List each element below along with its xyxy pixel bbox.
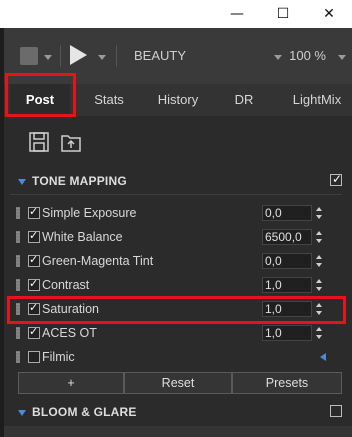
filmic-label: Filmic [42, 350, 75, 364]
zoom-level[interactable]: 100 % [289, 48, 326, 63]
filmic-checkbox[interactable] [28, 351, 40, 363]
saturation-checkbox[interactable]: ✓ [28, 302, 40, 315]
aces-ot-value[interactable]: 1,0 [262, 325, 312, 341]
toolbar-divider [116, 45, 117, 67]
tab-post[interactable]: Post [10, 84, 70, 116]
green-magenta-tint-spinner[interactable] [314, 253, 326, 269]
play-button[interactable] [70, 45, 87, 65]
toolbar-divider [60, 45, 61, 67]
maximize-button[interactable]: ☐ [260, 0, 306, 28]
bloom-glare-enable-checkbox[interactable] [330, 405, 342, 417]
stop-dropdown-icon[interactable] [44, 55, 52, 60]
panel-bottom-bar [4, 426, 352, 437]
simple-exposure-label: Simple Exposure [42, 206, 137, 220]
simple-exposure-value[interactable]: 0,0 [262, 205, 312, 221]
green-magenta-tint-label: Green-Magenta Tint [42, 254, 154, 268]
saturation-label: Saturation [42, 302, 99, 316]
drag-handle-icon[interactable] [16, 231, 20, 243]
contrast-label: Contrast [42, 278, 90, 292]
aces-ot-label: ACES OT [42, 326, 97, 340]
drag-handle-icon[interactable] [16, 351, 20, 363]
drag-handle-icon[interactable] [16, 255, 20, 267]
reset-button[interactable]: Reset [124, 372, 232, 394]
toolbar: BEAUTY 100 % [4, 28, 352, 84]
list-item: ✓ Contrast 1,0 [10, 274, 342, 298]
list-item: ✓ Simple Exposure 0,0 [10, 202, 342, 226]
preset-icon-row [4, 116, 352, 168]
simple-exposure-checkbox[interactable]: ✓ [28, 206, 40, 219]
bloom-glare-header[interactable]: BLOOM & GLARE [10, 402, 342, 424]
play-dropdown-icon[interactable] [98, 55, 106, 60]
simple-exposure-spinner[interactable] [314, 205, 326, 221]
zoom-chevron-down-icon[interactable] [338, 55, 346, 60]
tab-dr[interactable]: DR [226, 84, 262, 116]
saturation-spinner[interactable] [314, 301, 326, 317]
list-item: ✓ White Balance 6500,0 [10, 226, 342, 250]
tone-mapping-header[interactable]: TONE MAPPING ✓ [10, 171, 342, 193]
tone-mapping-actions: + Reset Presets [18, 372, 342, 394]
load-icon[interactable] [60, 131, 82, 153]
list-item: ✓ Saturation 1,0 [10, 298, 342, 322]
green-magenta-tint-checkbox[interactable]: ✓ [28, 254, 40, 267]
tone-mapping-title: TONE MAPPING [32, 174, 127, 188]
white-balance-checkbox[interactable]: ✓ [28, 230, 40, 243]
bloom-glare-title: BLOOM & GLARE [32, 405, 137, 419]
tab-stats[interactable]: Stats [84, 84, 134, 116]
add-operator-button[interactable]: + [18, 372, 124, 394]
render-pass-select[interactable]: BEAUTY [134, 48, 186, 63]
list-item: ✓ ACES OT 1,0 [10, 322, 342, 346]
contrast-checkbox[interactable]: ✓ [28, 278, 40, 291]
drag-handle-icon[interactable] [16, 279, 20, 291]
collapse-triangle-icon[interactable] [18, 179, 26, 185]
saturation-value[interactable]: 1,0 [262, 301, 312, 317]
minimize-button[interactable]: — [214, 0, 260, 28]
white-balance-spinner[interactable] [314, 229, 326, 245]
tone-mapping-enable-checkbox[interactable]: ✓ [330, 172, 342, 186]
white-balance-label: White Balance [42, 230, 123, 244]
aces-ot-spinner[interactable] [314, 325, 326, 341]
list-item: Filmic [10, 346, 342, 370]
white-balance-value[interactable]: 6500,0 [262, 229, 312, 245]
aces-ot-checkbox[interactable]: ✓ [28, 326, 40, 339]
save-icon[interactable] [28, 131, 50, 153]
section-divider [10, 194, 342, 195]
close-button[interactable]: ✕ [306, 0, 352, 28]
list-item: ✓ Green-Magenta Tint 0,0 [10, 250, 342, 274]
drag-handle-icon[interactable] [16, 207, 20, 219]
tab-history[interactable]: History [150, 84, 206, 116]
green-magenta-tint-value[interactable]: 0,0 [262, 253, 312, 269]
stop-button[interactable] [20, 47, 38, 65]
window-titlebar: — ☐ ✕ [0, 0, 352, 28]
presets-button[interactable]: Presets [232, 372, 342, 394]
tab-bar: Post Stats History DR LightMix [4, 84, 352, 116]
render-pass-chevron-down-icon[interactable] [274, 55, 282, 60]
drag-handle-icon[interactable] [16, 303, 20, 315]
expand-arrow-icon[interactable] [320, 353, 326, 361]
contrast-value[interactable]: 1,0 [262, 277, 312, 293]
contrast-spinner[interactable] [314, 277, 326, 293]
tab-lightmix[interactable]: LightMix [284, 84, 350, 116]
collapse-triangle-icon[interactable] [18, 410, 26, 416]
drag-handle-icon[interactable] [16, 327, 20, 339]
